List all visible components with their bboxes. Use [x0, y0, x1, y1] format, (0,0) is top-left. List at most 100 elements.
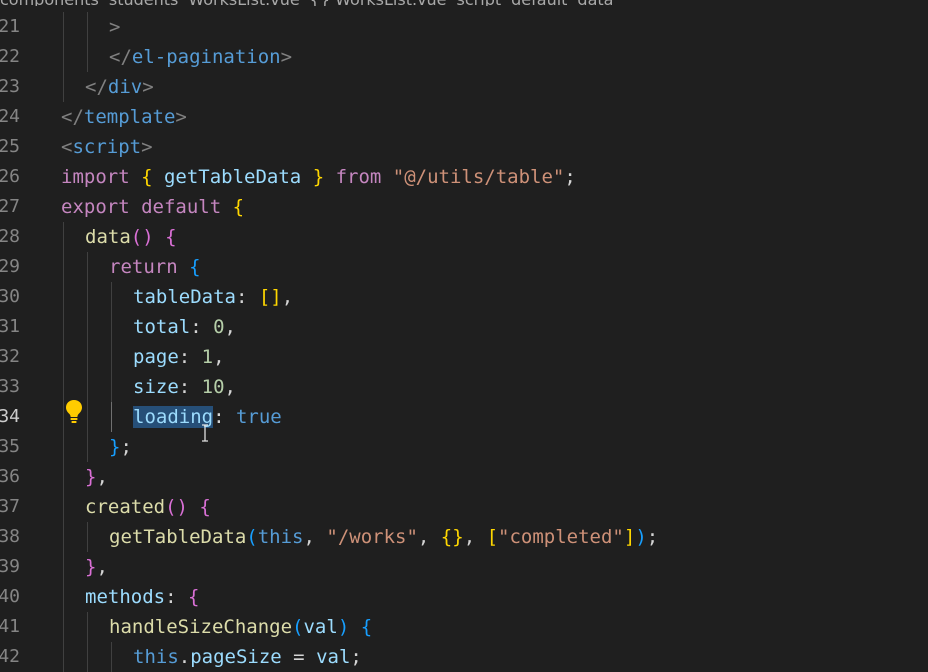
breadcrumb-item[interactable]: script — [457, 0, 502, 6]
code-token: , — [224, 376, 236, 398]
code-token: = — [281, 646, 317, 668]
breadcrumb-item[interactable]: components — [0, 0, 99, 6]
code-line[interactable]: 26 import { getTableData } from "@/utils/… — [0, 162, 928, 192]
line-number: 39 — [0, 556, 20, 577]
code-token: { — [187, 586, 200, 608]
breadcrumb-item[interactable]: WorksList.vue — [188, 0, 299, 6]
indent-guide — [63, 522, 64, 552]
code-token: , — [224, 316, 236, 338]
indent-guide — [63, 642, 64, 672]
code-text: return { — [109, 252, 201, 282]
code-token: val — [303, 616, 338, 638]
code-token: ( — [246, 526, 258, 548]
breadcrumb-item[interactable]: students — [109, 0, 179, 6]
code-line[interactable]: 32 page: 1, — [0, 342, 928, 372]
code-token: template — [83, 106, 176, 128]
code-text: <script> — [61, 132, 153, 162]
lightbulb-icon[interactable] — [64, 398, 84, 424]
code-token: ; — [350, 646, 362, 668]
code-token: pageSize — [190, 646, 282, 668]
code-line[interactable]: 27 export default { — [0, 192, 928, 222]
code-line[interactable]: 38 getTableData(this, "/works", {}, ["com… — [0, 522, 928, 552]
code-token: div — [107, 76, 143, 98]
code-editor[interactable]: 21 >22 </el-pagination> 23 </div> 24 </templat… — [0, 12, 928, 672]
line-number: 29 — [0, 256, 20, 277]
code-token: , — [417, 526, 441, 548]
code-text: }, — [85, 552, 108, 582]
code-text: }; — [109, 432, 132, 462]
line-number: 21 — [0, 16, 20, 37]
code-text: handleSizeChange(val) { — [109, 612, 372, 642]
code-token: ) — [337, 616, 350, 638]
code-line[interactable]: 24 </template> — [0, 102, 928, 132]
line-number: 34 — [0, 406, 20, 427]
indent-guide — [63, 312, 64, 342]
code-token: </ — [61, 106, 84, 128]
code-token: return — [109, 256, 190, 278]
breadcrumb-item[interactable]: default — [511, 0, 567, 6]
code-token: ) — [635, 526, 647, 548]
indent-guide — [87, 282, 88, 312]
code-token: , — [463, 526, 487, 548]
breadcrumb-item[interactable]: data — [577, 0, 613, 6]
code-line[interactable]: 34 loading: true — [0, 402, 928, 432]
code-line[interactable]: 30 tableData: [], — [0, 282, 928, 312]
code-line[interactable]: 21 > — [0, 12, 928, 42]
code-token: , — [281, 286, 294, 308]
code-line[interactable]: 35}; — [0, 432, 928, 462]
code-token: script — [72, 136, 142, 158]
indent-guide — [63, 12, 64, 42]
breadcrumb-item[interactable]: {} WorksList.vue — [310, 0, 447, 6]
indent-guide — [63, 612, 64, 642]
line-number: 24 — [0, 106, 20, 127]
line-number: 42 — [0, 646, 20, 667]
code-token: { — [360, 616, 373, 638]
code-line[interactable]: 40 methods: { — [0, 582, 928, 612]
code-line[interactable]: 33 size: 10, — [0, 372, 928, 402]
indent-guide — [87, 12, 88, 42]
line-number: 22 — [0, 46, 20, 67]
code-text: methods: { — [85, 582, 199, 612]
code-line[interactable]: 22 </el-pagination> — [0, 42, 928, 72]
code-token: "completed" — [498, 526, 624, 548]
code-line[interactable]: 29 return { — [0, 252, 928, 282]
code-token: </ — [85, 76, 108, 98]
code-line[interactable]: 42 this.pageSize = val; — [0, 642, 928, 672]
code-line[interactable]: 39}, — [0, 552, 928, 582]
indent-guide — [63, 492, 64, 522]
code-text: total: 0, — [133, 312, 236, 342]
code-line[interactable]: 36}, — [0, 462, 928, 492]
code-token: 0 — [213, 316, 225, 338]
code-line[interactable]: 28 data() { — [0, 222, 928, 252]
code-text: data() { — [85, 222, 177, 252]
code-token: { — [141, 166, 153, 188]
line-number: 30 — [0, 286, 20, 307]
code-token: 10 — [201, 376, 225, 398]
indent-guide — [63, 222, 64, 252]
code-line[interactable]: 37 created() { — [0, 492, 928, 522]
indent-guide — [63, 282, 64, 312]
code-token: true — [235, 406, 282, 428]
line-number: 35 — [0, 436, 20, 457]
line-number: 26 — [0, 166, 20, 187]
breadcrumb: components students WorksList.vue {} WorksL… — [0, 0, 928, 6]
code-text: page: 1, — [133, 342, 225, 372]
code-line[interactable]: 23 </div> — [0, 72, 928, 102]
code-text: size: 10, — [133, 372, 236, 402]
code-token: 1 — [201, 346, 214, 368]
code-token: handleSizeChange — [109, 616, 293, 638]
code-token: created — [85, 496, 166, 518]
indent-guide — [111, 312, 112, 342]
code-text: </el-pagination> — [109, 42, 292, 72]
code-line[interactable]: 31 total: 0, — [0, 312, 928, 342]
indent-guide — [111, 642, 112, 672]
code-line[interactable]: 25 <script> — [0, 132, 928, 162]
code-line[interactable]: 41 handleSizeChange(val) { — [0, 612, 928, 642]
code-token: el-pagination — [131, 46, 281, 68]
code-token: { — [165, 226, 177, 248]
code-text: </template> — [61, 102, 187, 132]
line-number: 37 — [0, 496, 20, 517]
indent-guide — [63, 432, 64, 462]
